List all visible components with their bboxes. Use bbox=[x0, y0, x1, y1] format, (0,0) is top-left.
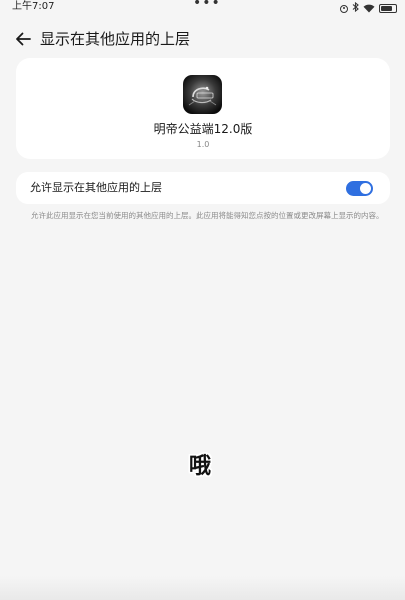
overlay-text: 哦 bbox=[189, 454, 212, 479]
record-icon bbox=[340, 4, 348, 13]
permission-toggle[interactable] bbox=[346, 181, 373, 196]
permission-row[interactable]: 允许显示在其他应用的上层 bbox=[16, 172, 390, 204]
permission-description: 允许此应用显示在您当前使用的其他应用的上层。此应用将能得知您点按的位置或更改屏幕… bbox=[31, 211, 384, 220]
app-version: 1.0 bbox=[196, 140, 210, 149]
more-dots-icon[interactable]: ••• bbox=[193, 0, 221, 10]
status-bar: 上午7:07 ••• bbox=[0, 0, 405, 14]
bottom-gesture-area bbox=[0, 576, 405, 600]
status-icons bbox=[340, 1, 397, 15]
wifi-icon bbox=[363, 4, 375, 13]
permission-label: 允许显示在其他应用的上层 bbox=[30, 181, 162, 194]
toggle-knob bbox=[360, 183, 371, 194]
app-name: 明帝公益端12.0版 bbox=[153, 122, 253, 136]
app-icon bbox=[183, 75, 222, 114]
battery-icon bbox=[379, 4, 397, 13]
header: 显示在其他应用的上层 bbox=[0, 26, 405, 52]
bluetooth-icon bbox=[352, 1, 359, 15]
app-info-card: 明帝公益端12.0版 1.0 bbox=[16, 58, 390, 159]
status-time: 上午7:07 bbox=[12, 1, 55, 12]
page-title: 显示在其他应用的上层 bbox=[40, 30, 191, 48]
arrow-left-icon[interactable] bbox=[13, 29, 33, 49]
